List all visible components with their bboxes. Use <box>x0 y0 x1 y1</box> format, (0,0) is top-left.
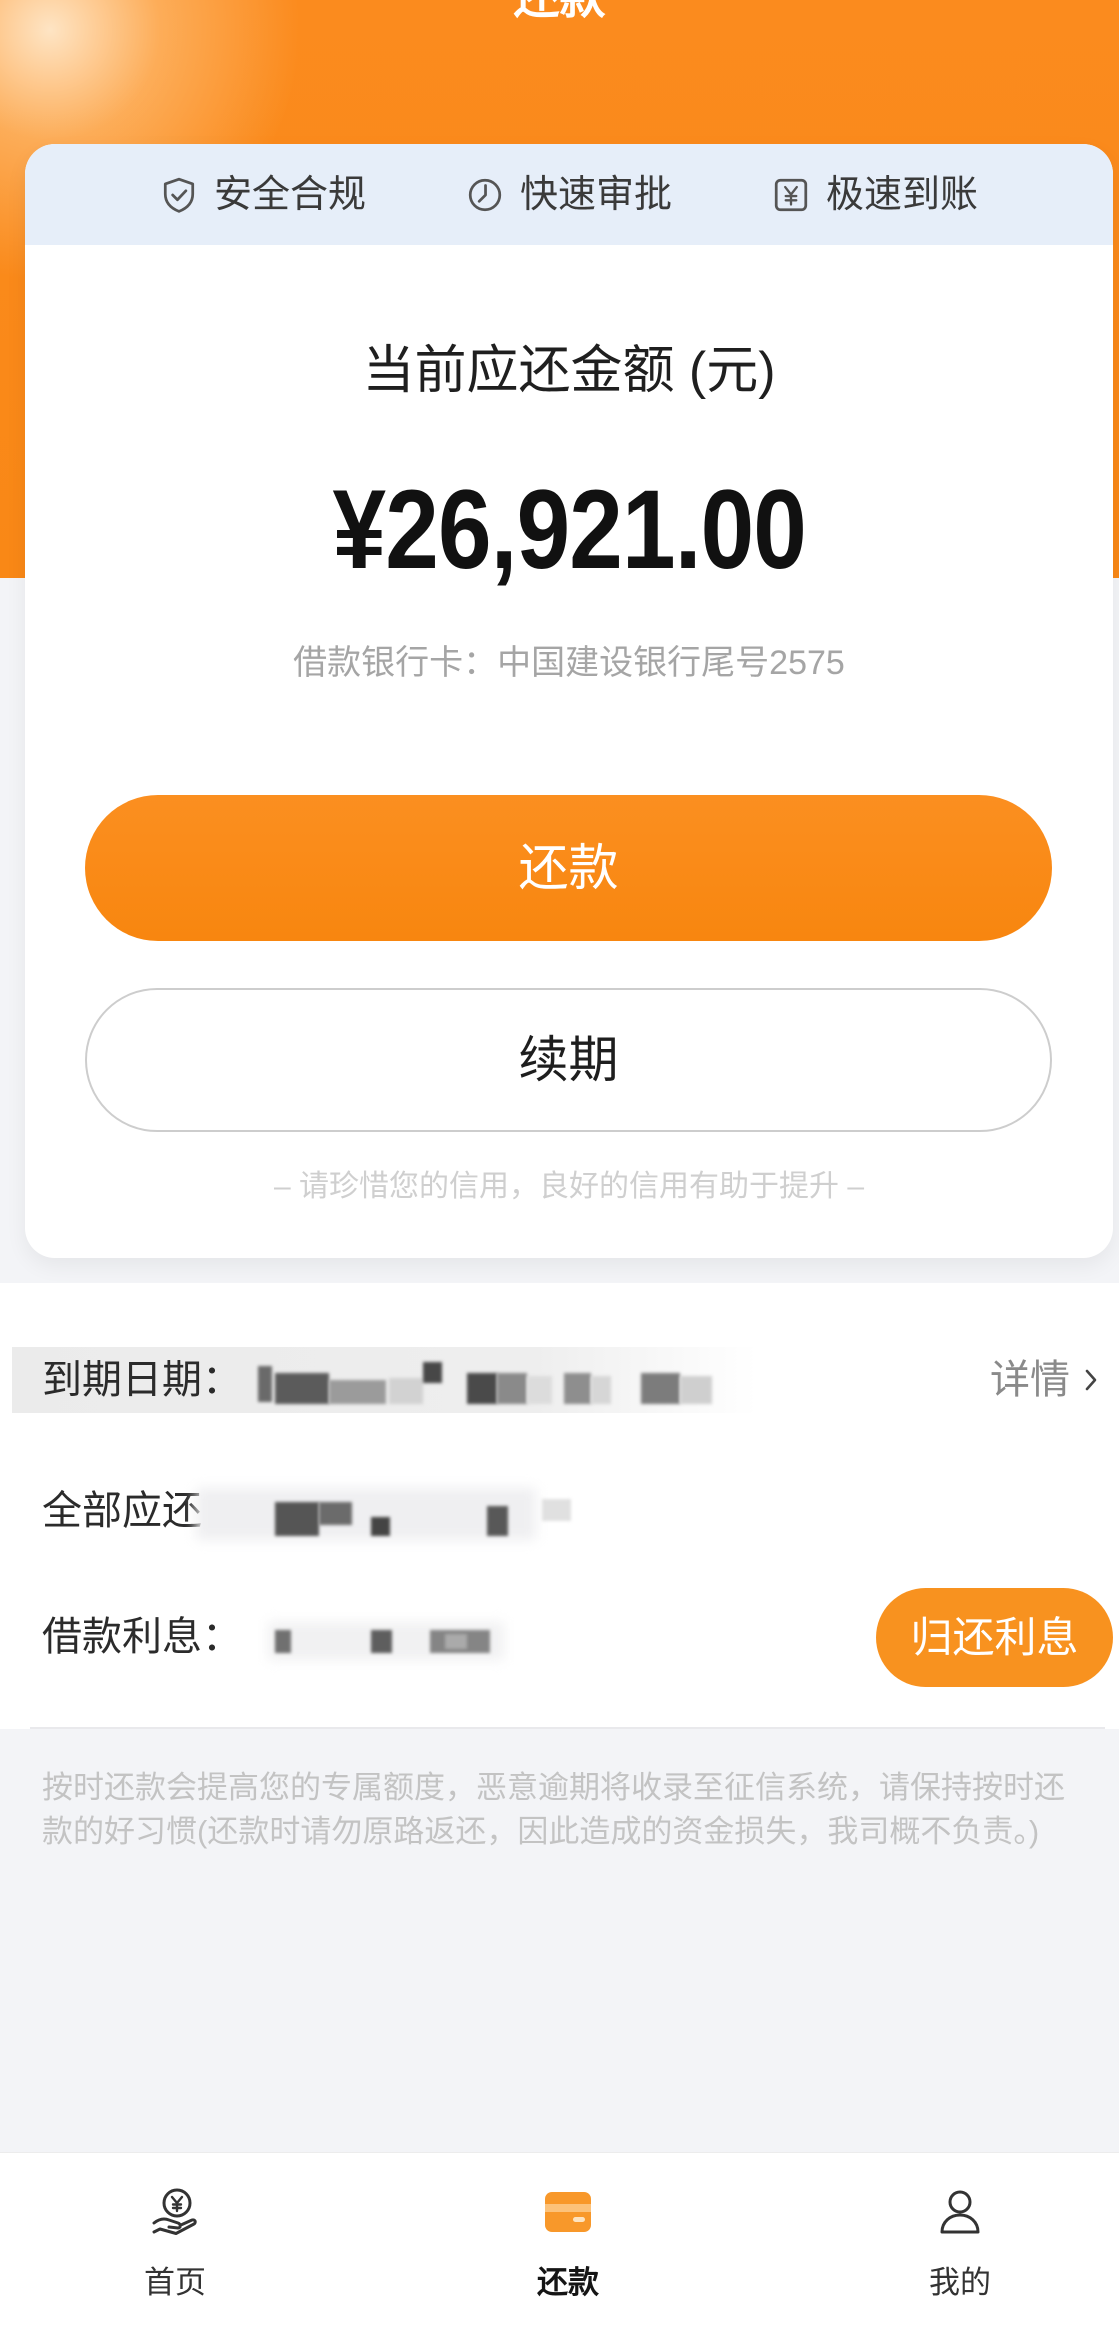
tab-label: 首页 <box>144 2265 206 2300</box>
details-link[interactable]: 详情 <box>990 1356 1098 1404</box>
mosaic-block <box>329 1380 386 1404</box>
mosaic-block <box>258 1366 272 1402</box>
mosaic-block <box>445 1634 467 1649</box>
credit-note: – 请珍惜您的信用，良好的信用有助于提升 – <box>273 1170 865 1203</box>
tab-profile[interactable]: 我的 <box>860 2153 1060 2327</box>
repayment-page: 还款 安全合规 快速审批 极速到账 当前应还金额 <box>0 0 1119 2327</box>
feature-label: 极速到账 <box>826 173 979 216</box>
total-due-label: 全部应还 <box>42 1489 202 1533</box>
mosaic-block <box>564 1373 591 1404</box>
mosaic-block <box>497 1373 527 1404</box>
tab-label: 我的 <box>929 2265 991 2300</box>
mosaic-block <box>423 1362 442 1383</box>
feature-label: 快速审批 <box>519 173 672 216</box>
tab-label: 还款 <box>537 2265 599 2300</box>
mosaic-block <box>319 1502 352 1525</box>
divider <box>30 1727 1105 1729</box>
chevron-right-icon <box>1084 1368 1098 1392</box>
repayment-card: 安全合规 快速审批 极速到账 当前应还金额 (元) ¥26,921.00 借款银… <box>25 144 1113 1258</box>
feature-label: 安全合规 <box>213 173 366 216</box>
amount-due-wrapper: ¥26,921.00 <box>25 465 1113 595</box>
mosaic-block <box>527 1376 552 1404</box>
clock-icon <box>466 176 504 214</box>
yen-square-icon <box>772 176 810 214</box>
tab-home[interactable]: 首页 <box>75 2153 275 2327</box>
feature-strip: 安全合规 快速审批 极速到账 <box>25 144 1113 245</box>
mosaic-block <box>641 1373 680 1404</box>
mosaic-haze <box>196 1488 536 1540</box>
bank-card-info: 借款银行卡：中国建设银行尾号2575 <box>293 644 845 682</box>
tab-repayment[interactable]: 还款 <box>468 2153 668 2327</box>
details-link-label: 详情 <box>990 1358 1070 1402</box>
mosaic-block <box>591 1376 611 1404</box>
mosaic-block <box>389 1378 423 1404</box>
shield-check-icon <box>160 176 198 214</box>
feature-fast-approval: 快速审批 <box>466 173 672 217</box>
mosaic-block <box>275 1630 291 1653</box>
mosaic-block <box>542 1499 571 1521</box>
feature-fast-payout: 极速到账 <box>772 173 978 217</box>
mosaic-block <box>487 1506 508 1536</box>
amount-due-title: 当前应还金额 (元) <box>362 342 776 400</box>
mosaic-block <box>467 1373 497 1404</box>
wallet-icon <box>542 2186 594 2238</box>
amount-due-value: ¥26,921.00 <box>332 467 806 592</box>
mosaic-block <box>680 1376 712 1404</box>
interest-label: 借款利息： <box>42 1615 242 1659</box>
hand-coin-icon <box>149 2186 201 2238</box>
feature-secure: 安全合规 <box>160 173 366 217</box>
page-title: 还款 <box>0 0 1119 20</box>
repayment-notice: 按时还款会提高您的专属额度，恶意逾期将收录至征信系统，请保持按时还款的好习惯(还… <box>42 1770 1065 1849</box>
mosaic-block <box>275 1502 319 1536</box>
mosaic-block <box>275 1373 329 1404</box>
mosaic-block <box>371 1630 392 1653</box>
mosaic-block <box>371 1517 390 1536</box>
due-date-label: 到期日期： <box>42 1358 242 1402</box>
person-icon <box>934 2186 986 2238</box>
renew-button[interactable]: 续期 <box>85 988 1052 1132</box>
repay-interest-button[interactable]: 归还利息 <box>876 1588 1113 1687</box>
repay-button[interactable]: 还款 <box>85 795 1052 941</box>
bottom-tab-bar: 首页 还款 我的 <box>0 2152 1119 2327</box>
